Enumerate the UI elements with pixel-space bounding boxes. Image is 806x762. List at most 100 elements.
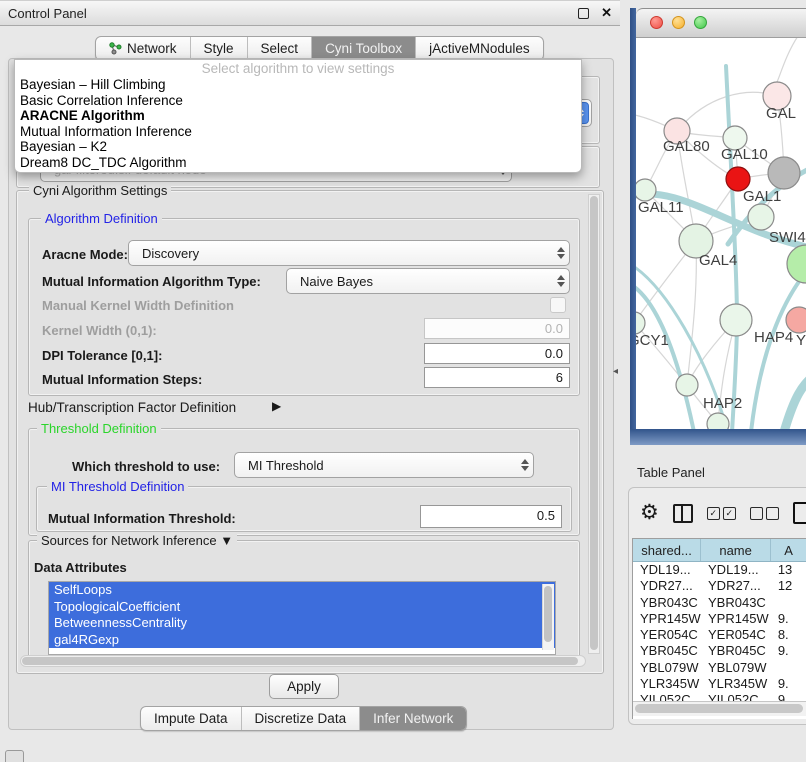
data-attribute-item[interactable]: TopologicalCoefficient [49, 599, 555, 616]
aracne-mode-combo[interactable]: Discovery [128, 240, 570, 266]
combo-spinner-icon[interactable] [553, 241, 569, 265]
data-attributes-label: Data Attributes [34, 560, 127, 575]
new-table-document-icon[interactable] [793, 502, 806, 524]
tab-cyni-toolbox[interactable]: Cyni Toolbox [311, 37, 415, 60]
tab-label: Style [204, 41, 234, 56]
network-node-hap4[interactable] [720, 304, 752, 336]
network-node-label: GAL1 [743, 188, 781, 205]
kernel-width-label: Kernel Width (0,1): [42, 323, 157, 338]
zoom-traffic-light-icon[interactable] [694, 16, 707, 29]
data-attribute-item[interactable]: gal4RGexp [49, 632, 555, 649]
table-cell: 9. [771, 611, 806, 627]
table-column-header[interactable]: shared... [633, 539, 701, 561]
network-node[interactable] [787, 245, 806, 283]
table-column-header[interactable]: A [771, 539, 806, 561]
table-cell: 9. [771, 643, 806, 659]
data-attributes-list[interactable]: SelfLoopsTopologicalCoefficientBetweenne… [48, 581, 556, 655]
tab-network[interactable]: Network [96, 37, 190, 60]
split-columns-icon[interactable] [673, 504, 693, 523]
mi-threshold-label: Mutual Information Threshold: [48, 511, 236, 526]
network-node[interactable] [707, 413, 729, 429]
table-row[interactable]: YBR045CYBR045C9. [633, 643, 806, 659]
settings-vertical-scrollbar[interactable] [588, 194, 600, 654]
table-cell: YBL079W [633, 660, 701, 676]
table-row[interactable]: YBR043CYBR043C [633, 595, 806, 611]
bottom-tab-infer-network[interactable]: Infer Network [359, 707, 466, 730]
table-column-header[interactable]: name [701, 539, 771, 561]
table-settings-gear-icon[interactable]: ⚙ [640, 503, 659, 523]
dropdown-item[interactable]: Mutual Information Inference [15, 124, 581, 140]
network-node-gcy1[interactable] [636, 312, 645, 334]
data-attribute-item[interactable]: SelfLoops [49, 582, 555, 599]
table-panel-toolbar: ⚙ ✓✓ [640, 498, 806, 528]
network-window-frame [630, 429, 806, 445]
apply-button[interactable]: Apply [269, 674, 339, 699]
network-window-titlebar[interactable] [636, 8, 806, 38]
hub-definition-label[interactable]: Hub/Transcription Factor Definition [28, 400, 236, 415]
table-cell: YPR145W [633, 611, 701, 627]
network-node-y[interactable] [786, 307, 806, 333]
dropdown-item[interactable]: Bayesian – Hill Climbing [15, 77, 581, 93]
network-node-gal11[interactable] [636, 179, 656, 201]
minimize-traffic-light-icon[interactable] [672, 16, 685, 29]
table-row[interactable]: YLR345WYLR345W9. [633, 676, 806, 692]
table-cell: 13 [771, 562, 806, 578]
network-node[interactable] [768, 157, 800, 189]
settings-horizontal-scrollbar[interactable] [20, 655, 586, 667]
manual-kernel-checkbox[interactable] [550, 297, 566, 313]
network-node-label: GAL4 [699, 252, 737, 269]
float-window-icon[interactable] [578, 8, 589, 19]
list-scrollbar[interactable] [542, 584, 554, 650]
select-all-icon[interactable]: ✓✓ [707, 507, 736, 520]
sources-collapse-arrow-icon[interactable]: ▼ [220, 533, 233, 548]
dropdown-item[interactable]: ARACNE Algorithm [15, 108, 581, 124]
dock-panel-icon[interactable] [5, 750, 24, 762]
deselect-all-icon[interactable] [750, 507, 779, 520]
network-node-hap2[interactable] [676, 374, 698, 396]
manual-kernel-label: Manual Kernel Width Definition [42, 298, 234, 313]
tab-style[interactable]: Style [190, 37, 247, 60]
table-row[interactable]: YDL19...YDL19...13 [633, 562, 806, 578]
network-view-window: GALGAL80GAL10GAL1GAL11SWI4GAL4GCY1HAP4YH… [630, 8, 806, 445]
tab-select[interactable]: Select [247, 37, 312, 60]
table-row[interactable]: YPR145WYPR145W9. [633, 611, 806, 627]
table-cell: 9. [771, 676, 806, 692]
table-horizontal-scrollbar[interactable] [633, 701, 806, 716]
combo-spinner-icon[interactable] [517, 453, 533, 477]
data-attribute-item[interactable]: BetweennessCentrality [49, 615, 555, 632]
tab-jactivemnodules[interactable]: jActiveMNodules [415, 37, 543, 60]
dropdown-item[interactable]: Basic Correlation Inference [15, 93, 581, 109]
combo-spinner-icon[interactable] [553, 269, 569, 293]
kernel-width-field[interactable]: 0.0 [424, 318, 570, 339]
table-cell [771, 595, 806, 611]
table-row[interactable]: YDR27...YDR27...12 [633, 578, 806, 594]
splitter-collapse-icon[interactable]: ◂ [613, 366, 618, 377]
network-canvas[interactable]: GALGAL80GAL10GAL1GAL11SWI4GAL4GCY1HAP4YH… [636, 36, 806, 429]
sources-group-title: Sources for Network Inference ▼ [37, 533, 237, 548]
settings-group-title: Cyni Algorithm Settings [29, 183, 171, 198]
algorithm-dropdown-popup: Select algorithm to view settings Bayesi… [14, 59, 582, 173]
network-edge [784, 374, 806, 429]
mi-type-combo[interactable]: Naive Bayes [286, 268, 570, 294]
network-node-swi4[interactable] [748, 204, 774, 230]
table-row[interactable]: YBL079WYBL079W [633, 660, 806, 676]
network-edge [726, 66, 737, 429]
close-icon[interactable]: ✕ [601, 8, 612, 18]
network-edge [687, 241, 696, 385]
application-root: Control Panel ✕ Network Style SelectCyni T… [0, 0, 806, 762]
table-row[interactable]: YER054CYER054C8. [633, 627, 806, 643]
which-threshold-combo[interactable]: MI Threshold [234, 452, 534, 478]
mi-threshold-field[interactable]: 0.5 [420, 505, 562, 528]
mi-steps-field[interactable]: 6 [424, 367, 570, 388]
close-traffic-light-icon[interactable] [650, 16, 663, 29]
window-title: Control Panel [8, 6, 87, 21]
hub-expand-arrow-icon[interactable]: ▶ [272, 399, 281, 413]
table-cell: YLR345W [701, 676, 771, 692]
table-cell: YPR145W [701, 611, 771, 627]
bottom-tab-discretize-data[interactable]: Discretize Data [241, 707, 360, 730]
dpi-tolerance-field[interactable]: 0.0 [424, 343, 570, 364]
dropdown-item[interactable]: Dream8 DC_TDC Algorithm [15, 155, 581, 171]
bottom-tab-impute-data[interactable]: Impute Data [141, 707, 241, 730]
network-node-label: GAL11 [638, 199, 684, 216]
dropdown-item[interactable]: Bayesian – K2 [15, 139, 581, 155]
